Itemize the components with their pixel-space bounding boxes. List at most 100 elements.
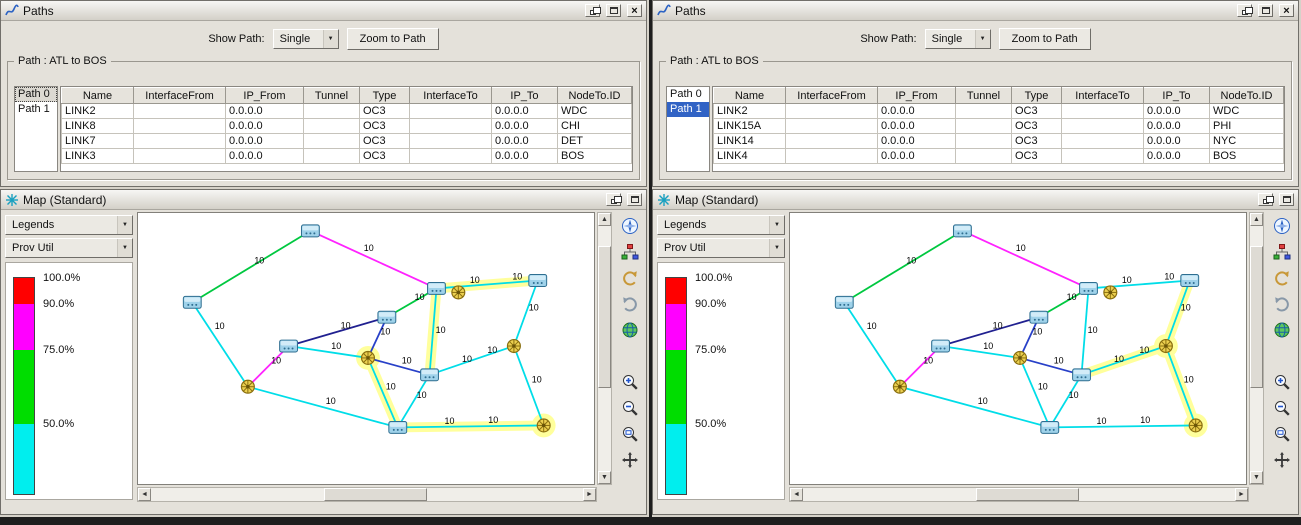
link-e14[interactable]	[1050, 425, 1196, 427]
router-node-sfo[interactable]	[932, 340, 950, 352]
map-titlebar[interactable]: Map (Standard)	[653, 190, 1298, 210]
link-e18[interactable]	[368, 358, 398, 427]
network-map[interactable]: 1010101010101010101010101010101010101010…	[138, 213, 594, 484]
scrollbar-thumb[interactable]	[324, 488, 428, 501]
table-row[interactable]: LINK20.0.0.0OC30.0.0.0WDC	[62, 104, 632, 119]
path-list-item[interactable]: Path 1	[15, 102, 57, 117]
scrollbar-track[interactable]	[803, 488, 1235, 501]
zoom-out-icon[interactable]	[1272, 398, 1292, 418]
zoom-to-path-button[interactable]: Zoom to Path	[999, 28, 1091, 50]
compass-icon[interactable]	[620, 216, 640, 236]
links-table[interactable]: NameInterfaceFromIP_FromTunnelTypeInterf…	[60, 86, 633, 172]
restore-window-button[interactable]	[606, 193, 621, 206]
zoom-in-icon[interactable]	[620, 372, 640, 392]
hub-node-det[interactable]	[362, 351, 375, 364]
pan-icon[interactable]	[1272, 450, 1292, 470]
router-node-slc[interactable]	[378, 311, 396, 323]
hub-node-chx[interactable]	[1104, 286, 1117, 299]
zoom-out-icon[interactable]	[620, 398, 640, 418]
globe-icon[interactable]	[1272, 320, 1292, 340]
link-e4[interactable]	[1088, 281, 1189, 289]
column-header[interactable]: Type	[1012, 88, 1062, 104]
router-node-dfw[interactable]	[1041, 421, 1059, 433]
hub-node-mia[interactable]	[537, 419, 550, 432]
scroll-down-button[interactable]: ▼	[598, 471, 611, 484]
table-row[interactable]: LINK15A0.0.0.0OC30.0.0.0PHI	[714, 119, 1284, 134]
column-header[interactable]: IP_From	[226, 88, 304, 104]
util-select[interactable]: Prov Util ▼	[657, 238, 785, 258]
map-horizontal-scrollbar[interactable]: ◄ ►	[137, 487, 597, 502]
links-table[interactable]: NameInterfaceFromIP_FromTunnelTypeInterf…	[712, 86, 1285, 172]
map-canvas[interactable]: 1010101010101010101010101010101010101010…	[789, 212, 1247, 485]
hub-node-atl[interactable]	[241, 380, 254, 393]
zoom-area-icon[interactable]	[1272, 424, 1292, 444]
table-row[interactable]: LINK80.0.0.0OC30.0.0.0CHI	[62, 119, 632, 134]
router-node-por[interactable]	[835, 296, 853, 308]
column-header[interactable]: NodeTo.ID	[558, 88, 632, 104]
show-path-select[interactable]: Single ▼	[925, 29, 991, 49]
router-node-sea[interactable]	[301, 225, 319, 237]
path-list[interactable]: Path 0Path 1	[666, 86, 710, 172]
map-horizontal-scrollbar[interactable]: ◄ ►	[789, 487, 1249, 502]
link-e2[interactable]	[310, 231, 436, 289]
column-header[interactable]: Name	[714, 88, 786, 104]
compass-icon[interactable]	[1272, 216, 1292, 236]
link-e1[interactable]	[192, 231, 310, 302]
scrollbar-track[interactable]	[598, 226, 611, 471]
util-select[interactable]: Prov Util ▼	[5, 238, 133, 258]
maximize-window-button[interactable]	[627, 193, 642, 206]
restore-window-button[interactable]	[585, 4, 600, 17]
scrollbar-track[interactable]	[1250, 226, 1263, 471]
legends-select[interactable]: Legends ▼	[657, 215, 785, 235]
globe-icon[interactable]	[620, 320, 640, 340]
zoom-area-icon[interactable]	[620, 424, 640, 444]
router-node-slc[interactable]	[1030, 311, 1048, 323]
router-node-sea[interactable]	[953, 225, 971, 237]
pan-icon[interactable]	[620, 450, 640, 470]
column-header[interactable]: IP_To	[492, 88, 558, 104]
scroll-down-button[interactable]: ▼	[1250, 471, 1263, 484]
path-list-item[interactable]: Path 1	[667, 102, 709, 117]
link-e12[interactable]	[1050, 375, 1082, 428]
scroll-left-button[interactable]: ◄	[138, 488, 151, 501]
column-header[interactable]: IP_From	[878, 88, 956, 104]
paths-titlebar[interactable]: Paths ×	[1, 1, 646, 21]
router-node-sfo[interactable]	[280, 340, 298, 352]
map-vertical-scrollbar[interactable]: ▲ ▼	[1249, 212, 1264, 485]
link-e2[interactable]	[962, 231, 1088, 289]
scroll-right-button[interactable]: ►	[583, 488, 596, 501]
scrollbar-thumb[interactable]	[598, 246, 611, 388]
router-node-bos[interactable]	[1181, 275, 1199, 287]
rotate-right-icon[interactable]	[620, 294, 640, 314]
link-e13[interactable]	[248, 387, 398, 428]
link-e1[interactable]	[844, 231, 962, 302]
restore-window-button[interactable]	[1237, 4, 1252, 17]
table-row[interactable]: LINK70.0.0.0OC30.0.0.0DET	[62, 134, 632, 149]
path-list-item[interactable]: Path 0	[667, 87, 709, 102]
paths-titlebar[interactable]: Paths ×	[653, 1, 1298, 21]
link-e3[interactable]	[192, 302, 248, 386]
map-titlebar[interactable]: Map (Standard)	[1, 190, 646, 210]
hub-node-det[interactable]	[1014, 351, 1027, 364]
close-window-button[interactable]: ×	[1279, 4, 1294, 17]
legends-select[interactable]: Legends ▼	[5, 215, 133, 235]
maximize-window-button[interactable]	[606, 4, 621, 17]
scroll-right-button[interactable]: ►	[1235, 488, 1248, 501]
map-vertical-scrollbar[interactable]: ▲ ▼	[597, 212, 612, 485]
table-row[interactable]: LINK30.0.0.0OC30.0.0.0BOS	[62, 149, 632, 164]
hub-node-nyc[interactable]	[1159, 340, 1172, 353]
link-e9[interactable]	[289, 346, 368, 358]
path-list[interactable]: Path 0Path 1	[14, 86, 58, 172]
column-header[interactable]: IP_To	[1144, 88, 1210, 104]
hub-node-nyc[interactable]	[507, 340, 520, 353]
show-path-select[interactable]: Single ▼	[273, 29, 339, 49]
column-header[interactable]: InterfaceFrom	[134, 88, 226, 104]
table-row[interactable]: LINK140.0.0.0OC30.0.0.0NYC	[714, 134, 1284, 149]
table-row[interactable]: LINK40.0.0.0OC30.0.0.0BOS	[714, 149, 1284, 164]
layers-icon[interactable]	[1272, 242, 1292, 262]
column-header[interactable]: InterfaceTo	[1062, 88, 1144, 104]
router-node-bos[interactable]	[529, 275, 547, 287]
map-canvas[interactable]: 1010101010101010101010101010101010101010…	[137, 212, 595, 485]
router-node-wdc[interactable]	[421, 369, 439, 381]
rotate-left-icon[interactable]	[620, 268, 640, 288]
